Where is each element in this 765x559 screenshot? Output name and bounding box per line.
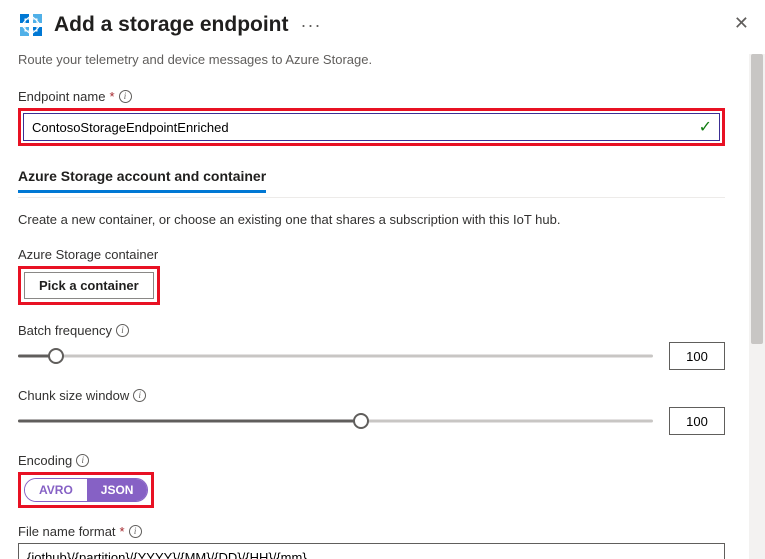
filename-format-input[interactable]	[18, 543, 725, 559]
chunk-size-row	[18, 407, 725, 435]
scrollbar-thumb[interactable]	[751, 54, 763, 344]
encoding-option-json[interactable]: JSON	[87, 479, 148, 501]
chunk-size-slider[interactable]	[18, 409, 653, 433]
required-asterisk: *	[109, 89, 114, 104]
endpoint-name-label: Endpoint name * i	[18, 89, 725, 104]
scrollbar[interactable]	[749, 54, 765, 559]
filename-format-label-text: File name format	[18, 524, 116, 539]
info-icon[interactable]: i	[116, 324, 129, 337]
pick-container-wrap: Pick a container	[18, 266, 160, 305]
endpoint-name-label-text: Endpoint name	[18, 89, 105, 104]
info-icon[interactable]: i	[133, 389, 146, 402]
info-icon[interactable]: i	[119, 90, 132, 103]
required-asterisk: *	[120, 524, 125, 539]
info-icon[interactable]: i	[129, 525, 142, 538]
batch-frequency-label-text: Batch frequency	[18, 323, 112, 338]
section-description: Create a new container, or choose an exi…	[18, 212, 725, 227]
close-icon[interactable]: ✕	[734, 14, 749, 32]
info-icon[interactable]: i	[76, 454, 89, 467]
endpoint-name-input-wrap: ✓	[18, 108, 725, 146]
container-label: Azure Storage container	[18, 247, 725, 262]
storage-endpoint-icon	[18, 12, 44, 38]
batch-frequency-slider[interactable]	[18, 344, 653, 368]
panel-subtitle: Route your telemetry and device messages…	[18, 52, 725, 67]
pick-container-button[interactable]: Pick a container	[24, 272, 154, 299]
encoding-label-text: Encoding	[18, 453, 72, 468]
more-actions-icon[interactable]: ···	[301, 15, 322, 36]
panel-header: Add a storage endpoint ···	[18, 12, 747, 38]
batch-frequency-value[interactable]	[669, 342, 725, 370]
filename-format-label: File name format * i	[18, 524, 725, 539]
encoding-toggle: AVRO JSON	[24, 478, 148, 502]
chunk-size-label: Chunk size window i	[18, 388, 725, 403]
endpoint-name-input[interactable]	[23, 113, 720, 141]
panel-title: Add a storage endpoint	[54, 13, 289, 37]
encoding-option-avro[interactable]: AVRO	[25, 479, 87, 501]
chunk-size-label-text: Chunk size window	[18, 388, 129, 403]
encoding-label: Encoding i	[18, 453, 725, 468]
encoding-toggle-wrap: AVRO JSON	[18, 472, 154, 508]
add-storage-endpoint-panel: Add a storage endpoint ··· ✕ Route your …	[0, 0, 765, 559]
chunk-size-value[interactable]	[669, 407, 725, 435]
batch-frequency-row	[18, 342, 725, 370]
check-icon: ✓	[699, 117, 712, 137]
batch-frequency-label: Batch frequency i	[18, 323, 725, 338]
section-header: Azure Storage account and container	[18, 168, 725, 198]
section-title: Azure Storage account and container	[18, 168, 266, 193]
